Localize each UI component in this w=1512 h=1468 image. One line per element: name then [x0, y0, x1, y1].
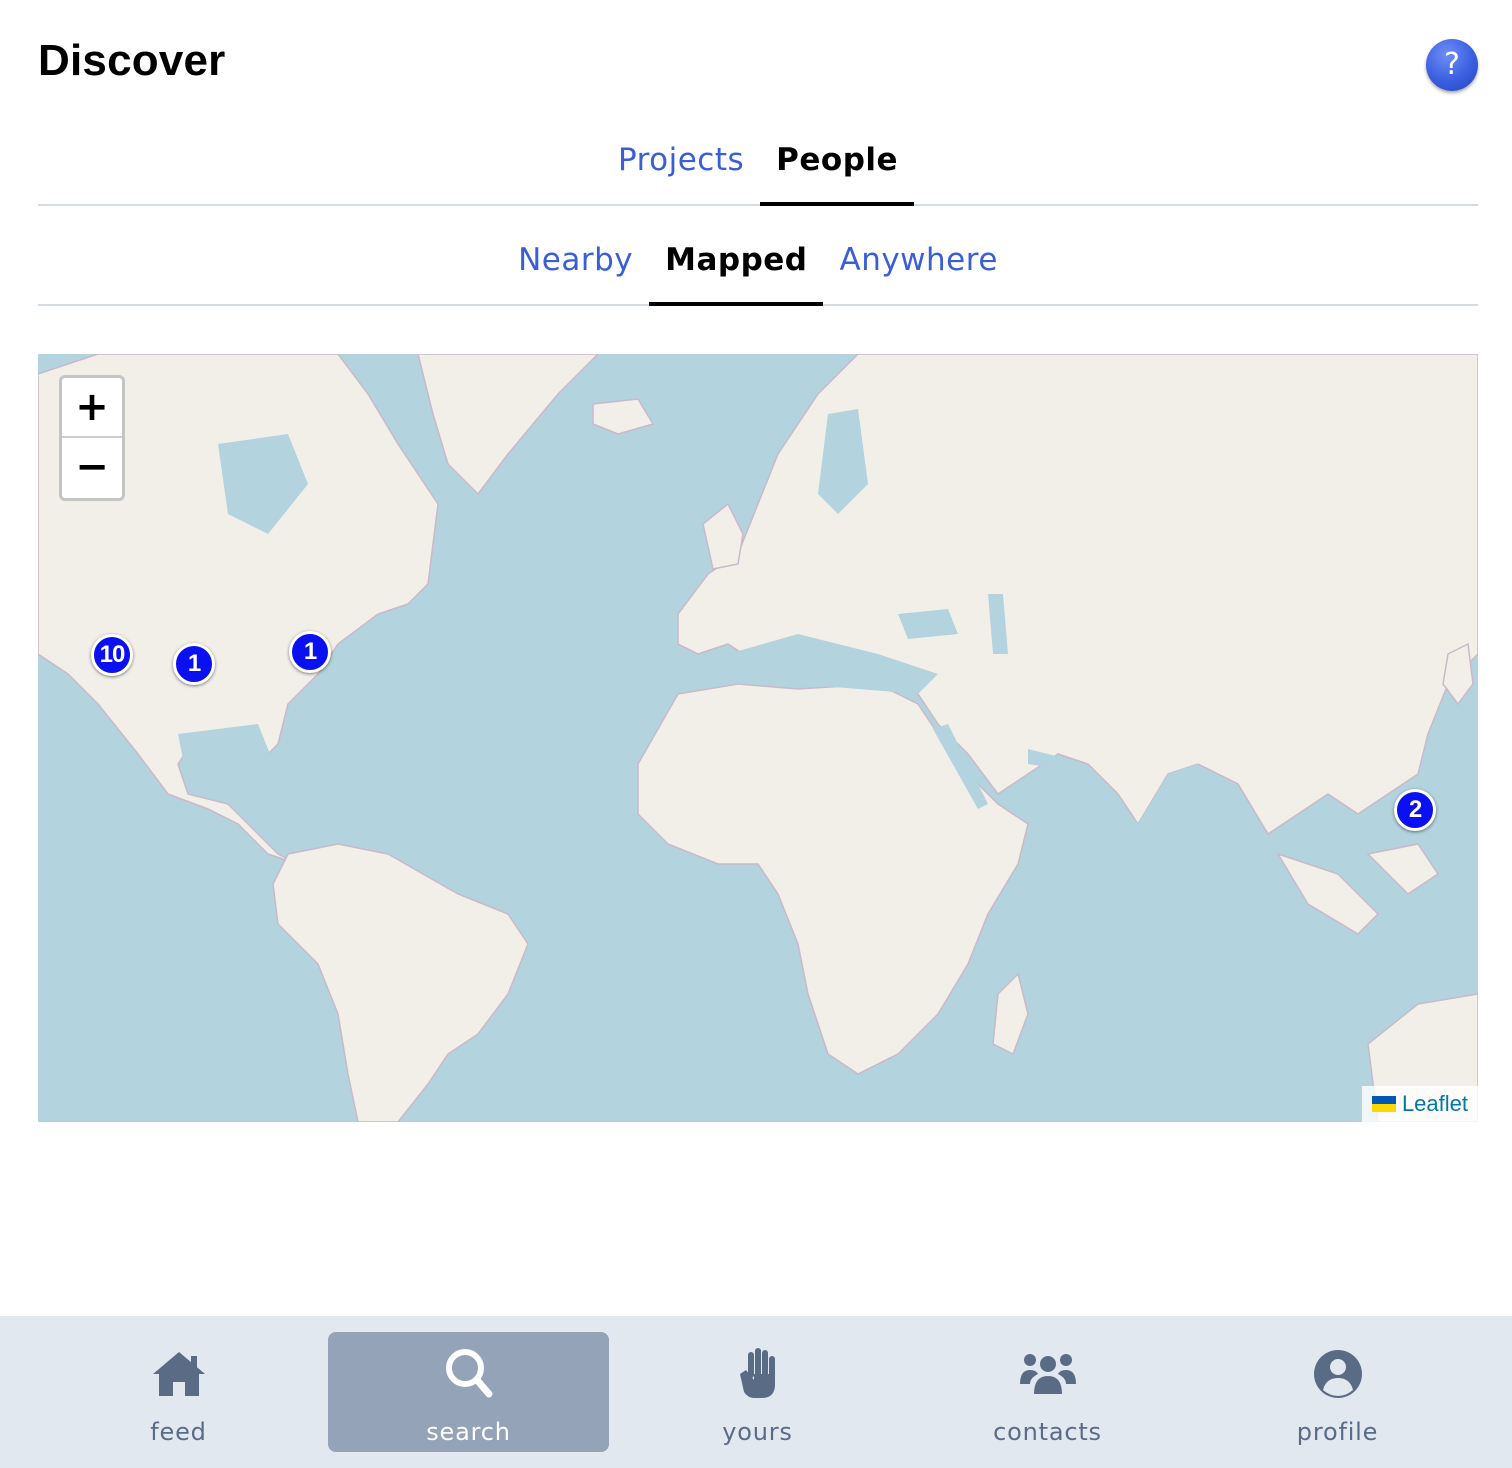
ukraine-flag-icon: [1371, 1096, 1396, 1112]
bottom-nav: feed search yours contacts profile: [0, 1316, 1512, 1468]
magnifier-icon: [445, 1349, 492, 1398]
nav-yours-label: yours: [722, 1418, 793, 1446]
zoom-in-button[interactable]: +: [62, 378, 122, 438]
nav-profile-label: profile: [1296, 1418, 1379, 1446]
nav-contacts-label: contacts: [993, 1418, 1102, 1446]
tab-nearby[interactable]: Nearby: [502, 230, 649, 304]
page-title: Discover: [38, 36, 226, 85]
nav-feed-label: feed: [150, 1418, 207, 1446]
primary-tabs: Projects People: [38, 130, 1478, 206]
nav-search-label: search: [426, 1418, 511, 1446]
map-tiles: [38, 354, 1478, 1122]
tab-projects[interactable]: Projects: [602, 130, 760, 204]
map-attribution: Leaflet: [1361, 1086, 1478, 1122]
cluster-marker[interactable]: 1: [289, 631, 331, 673]
nav-yours[interactable]: yours: [617, 1332, 898, 1452]
zoom-out-button[interactable]: −: [62, 438, 122, 498]
secondary-tabs: Nearby Mapped Anywhere: [38, 230, 1478, 306]
world-map[interactable]: + − 10 1 1 2 Leaflet: [38, 354, 1478, 1122]
user-circle-icon: [1313, 1350, 1362, 1398]
house-icon: [152, 1352, 205, 1396]
users-icon: [1019, 1354, 1076, 1394]
cluster-marker[interactable]: 10: [91, 634, 133, 676]
help-button[interactable]: ?: [1426, 39, 1478, 91]
nav-contacts[interactable]: contacts: [907, 1332, 1188, 1452]
zoom-control: + −: [59, 375, 125, 501]
tab-mapped[interactable]: Mapped: [649, 230, 824, 306]
cluster-marker[interactable]: 2: [1394, 789, 1436, 831]
nav-feed[interactable]: feed: [38, 1332, 319, 1452]
nav-profile[interactable]: profile: [1197, 1332, 1478, 1452]
hand-icon: [739, 1348, 775, 1398]
tab-people[interactable]: People: [760, 130, 914, 206]
cluster-marker[interactable]: 1: [173, 643, 215, 685]
nav-search[interactable]: search: [328, 1332, 609, 1452]
tab-anywhere[interactable]: Anywhere: [823, 230, 1013, 304]
leaflet-link[interactable]: Leaflet: [1402, 1091, 1468, 1116]
